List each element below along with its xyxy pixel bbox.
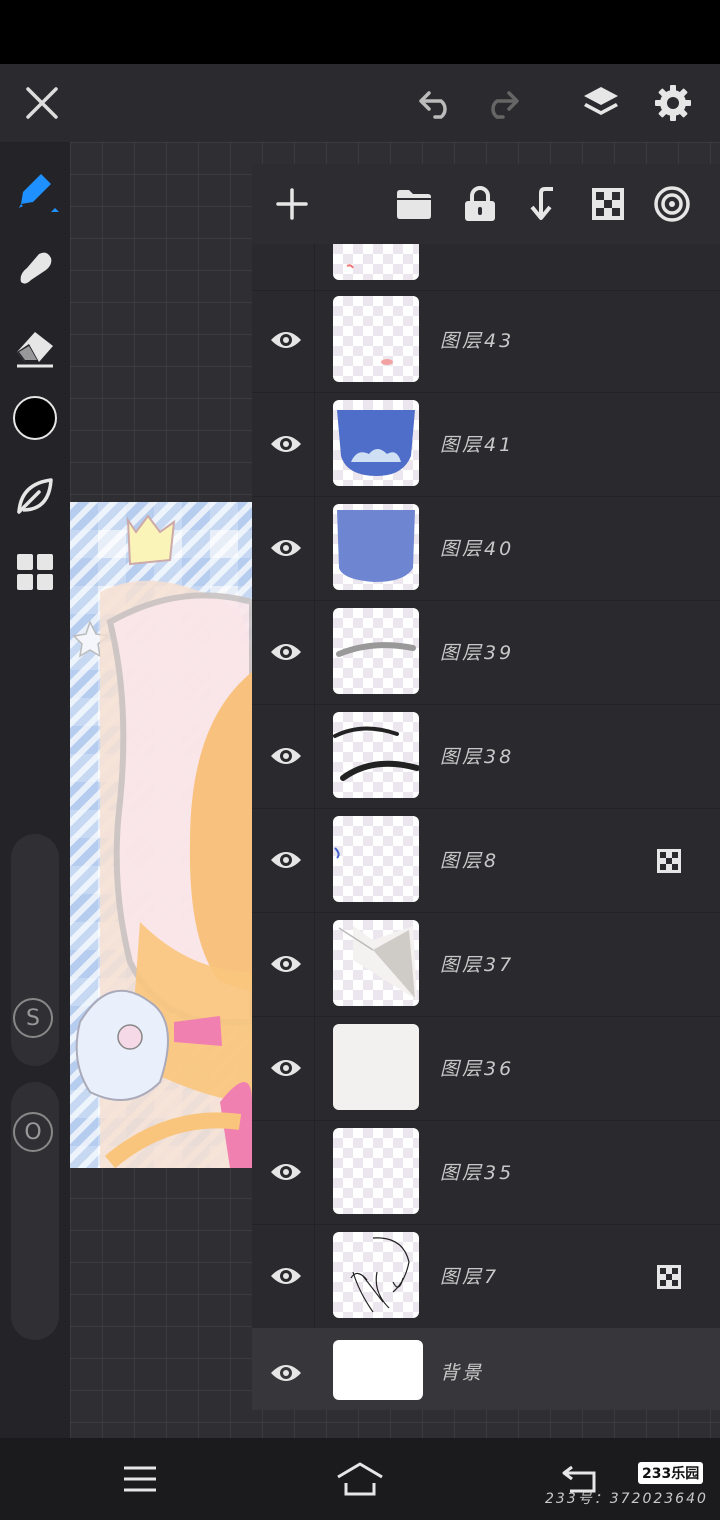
watermark-logo: 233乐园: [638, 1462, 704, 1484]
target-icon[interactable]: [644, 176, 700, 232]
eye-icon[interactable]: [258, 1248, 314, 1304]
layer-thumbnail: [333, 920, 419, 1006]
layer-thumbnail: [333, 1024, 419, 1110]
layer-row[interactable]: 图层38: [252, 704, 720, 809]
layer-thumbnail: [333, 1232, 419, 1318]
pen-icon[interactable]: [7, 164, 63, 220]
eraser-icon[interactable]: [7, 318, 63, 374]
smudge-icon[interactable]: [7, 240, 63, 296]
layer-name: 图层41: [440, 434, 515, 456]
layer-row[interactable]: 图层37: [252, 912, 720, 1017]
layer-panel: 图层43 图层41 图层40 图层39 图层38 图层8 图层37 图层36 图…: [252, 164, 720, 1410]
top-toolbar: [0, 64, 720, 142]
eye-icon[interactable]: [258, 1345, 314, 1401]
layer-name: 图层35: [440, 1162, 515, 1184]
layer-name: 图层7: [440, 1266, 500, 1288]
layer-row[interactable]: 图层8: [252, 808, 720, 913]
layer-list: 图层43 图层41 图层40 图层39 图层38 图层8 图层37 图层36 图…: [252, 244, 720, 1410]
eye-icon[interactable]: [258, 728, 314, 784]
layer-row[interactable]: 图层7: [252, 1224, 720, 1329]
eye-icon[interactable]: [258, 832, 314, 888]
layer-row[interactable]: 图层40: [252, 496, 720, 601]
close-icon[interactable]: [14, 75, 70, 131]
home-icon[interactable]: [332, 1451, 388, 1507]
layer-mask-icon: [656, 1264, 682, 1290]
status-bar: [0, 0, 720, 64]
opacity-slider-label: O: [13, 1112, 53, 1152]
add-layer-icon[interactable]: [264, 176, 320, 232]
layer-name: 背景: [440, 1362, 485, 1384]
menu-icon[interactable]: [112, 1451, 168, 1507]
eye-icon[interactable]: [258, 936, 314, 992]
layer-thumbnail: [333, 608, 419, 694]
gear-icon[interactable]: [645, 75, 701, 131]
layer-thumbnail: [333, 296, 419, 382]
layer-name: 图层43: [440, 330, 515, 352]
folder-icon[interactable]: [386, 176, 442, 232]
layer-row[interactable]: [252, 244, 720, 291]
layer-row[interactable]: 图层35: [252, 1120, 720, 1225]
layer-name: 图层37: [440, 954, 515, 976]
lock-icon[interactable]: [452, 176, 508, 232]
layer-row[interactable]: 图层36: [252, 1016, 720, 1121]
watermark-id: 233号：372023640: [545, 1491, 708, 1507]
layer-panel-toolbar: [252, 164, 720, 244]
layer-thumbnail: [333, 1340, 423, 1400]
eye-icon[interactable]: [258, 1040, 314, 1096]
left-toolbar: S O: [0, 142, 70, 1438]
eye-icon[interactable]: [258, 312, 314, 368]
undo-icon[interactable]: [409, 75, 465, 131]
layer-name: 图层8: [440, 850, 500, 872]
layer-name: 图层38: [440, 746, 515, 768]
layer-row[interactable]: 图层41: [252, 392, 720, 497]
artwork-image: [70, 502, 252, 1168]
layer-row[interactable]: 图层39: [252, 600, 720, 705]
layer-thumbnail: [333, 1128, 419, 1214]
checker-icon[interactable]: [580, 176, 636, 232]
leaf-icon[interactable]: [7, 468, 63, 524]
eye-icon[interactable]: [258, 520, 314, 576]
color-swatch[interactable]: [7, 390, 63, 446]
layer-name: 图层36: [440, 1058, 515, 1080]
layer-thumbnail: [333, 244, 419, 280]
layer-thumbnail: [333, 816, 419, 902]
layer-thumbnail: [333, 504, 419, 590]
eye-icon[interactable]: [258, 416, 314, 472]
layer-thumbnail: [333, 400, 419, 486]
layer-mask-icon: [656, 848, 682, 874]
layer-name: 图层39: [440, 642, 515, 664]
layer-row-background[interactable]: 背景: [252, 1328, 720, 1410]
size-slider-label: S: [13, 998, 53, 1038]
eye-icon[interactable]: [258, 1144, 314, 1200]
layer-name: 图层40: [440, 538, 515, 560]
layer-row[interactable]: 图层43: [252, 288, 720, 393]
layer-thumbnail: [333, 712, 419, 798]
merge-down-icon[interactable]: [516, 176, 572, 232]
eye-icon[interactable]: [258, 624, 314, 680]
layers-icon[interactable]: [573, 75, 629, 131]
redo-icon[interactable]: [473, 75, 529, 131]
grid-icon[interactable]: [7, 544, 63, 600]
